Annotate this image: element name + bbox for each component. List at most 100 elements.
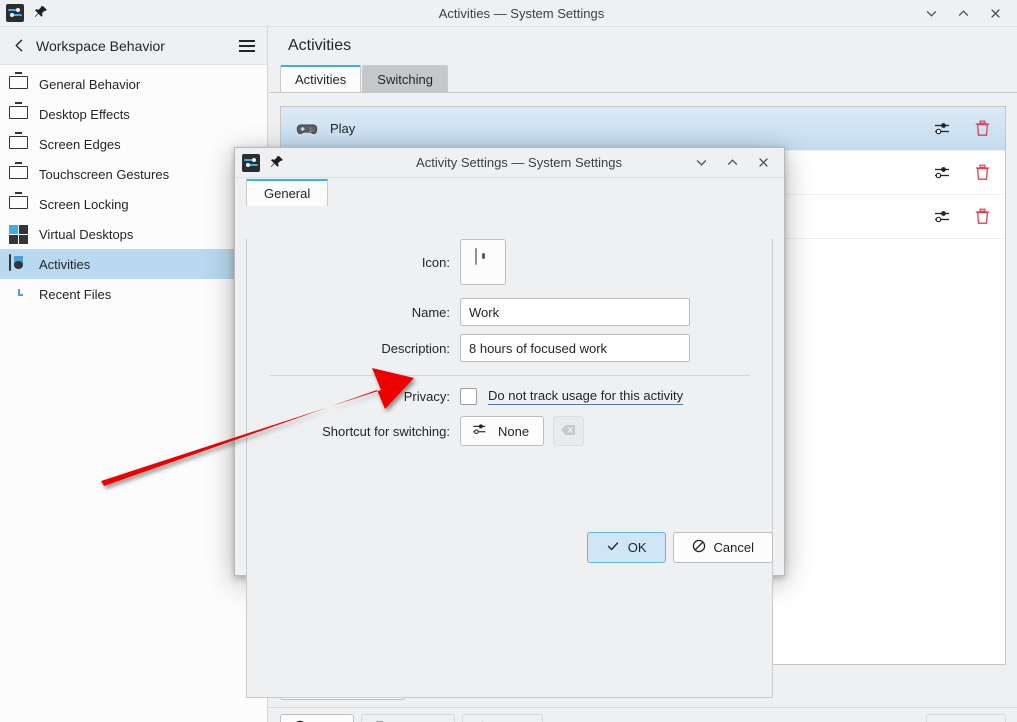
settings-sliders-icon <box>242 153 260 172</box>
row-action-buttons <box>931 206 993 228</box>
sidebar-item-label: General Behavior <box>39 76 141 92</box>
sidebar-title: Workspace Behavior <box>36 37 165 54</box>
close-icon[interactable] <box>755 155 771 171</box>
shortcut-value: None <box>498 423 530 439</box>
shortcut-field-row: Shortcut for switching: None <box>247 416 772 446</box>
footer-toolbar: Help Defaults <box>269 707 1017 722</box>
sidebar-item-label: Screen Edges <box>39 136 121 152</box>
settings-sliders-icon <box>6 4 24 22</box>
activity-name: Play <box>330 121 356 136</box>
sidebar-item-general-behavior[interactable]: General Behavior <box>0 69 267 99</box>
sidebar-item-screen-edges[interactable]: Screen Edges <box>0 129 267 159</box>
tab-switching[interactable]: Switching <box>362 65 448 92</box>
chevron-up-icon[interactable] <box>724 155 740 171</box>
sliders-configure-icon[interactable] <box>931 206 953 228</box>
titlebar-window-controls <box>923 5 1017 21</box>
tab-label: General <box>264 186 311 201</box>
activity-settings-dialog: Activity Settings — System Settings Gene… <box>234 147 785 698</box>
sidebar-item-label: Desktop Effects <box>39 106 130 122</box>
sidebar-item-label: Touchscreen Gestures <box>39 166 170 182</box>
sidebar-item-list: General Behavior Desktop Effects Screen … <box>0 65 267 309</box>
main-tabbar: Activities Switching <box>269 65 1017 93</box>
activity-icon-button[interactable] <box>460 239 506 285</box>
application-window: Activities — System Settings Workspace B… <box>0 0 1017 722</box>
tab-activities[interactable]: Activities <box>280 65 362 92</box>
virtual-desktops-icon <box>9 224 28 244</box>
pin-icon[interactable] <box>34 5 48 21</box>
dialog-window-controls <box>693 155 784 171</box>
backspace-clear-icon <box>560 423 577 440</box>
recent-files-clock-icon <box>9 285 28 304</box>
icon-field-row: Icon: <box>247 239 772 285</box>
titlebar-left-icons <box>0 4 120 22</box>
ok-button[interactable]: OK <box>586 532 666 563</box>
trash-delete-icon[interactable] <box>971 162 993 184</box>
screen-edges-icon <box>9 131 28 154</box>
general-behavior-icon <box>9 71 28 94</box>
privacy-checkbox[interactable] <box>460 388 477 405</box>
reset-button[interactable]: Reset <box>462 713 544 722</box>
gamepad-icon <box>295 117 319 141</box>
row-action-buttons <box>931 118 993 140</box>
description-input[interactable] <box>460 334 690 362</box>
pin-icon[interactable] <box>270 155 284 171</box>
footer-left-buttons: Help Defaults <box>280 713 544 722</box>
sliders-configure-icon[interactable] <box>931 162 953 184</box>
sliders-configure-icon <box>471 421 488 441</box>
touchscreen-gestures-icon <box>9 161 28 184</box>
sidebar-item-recent-files[interactable]: Recent Files <box>0 279 267 309</box>
chevron-up-icon[interactable] <box>955 5 971 21</box>
sliders-configure-icon[interactable] <box>931 118 953 140</box>
chevron-down-icon[interactable] <box>923 5 939 21</box>
footer-right-buttons: Apply <box>926 713 1006 722</box>
clear-shortcut-button[interactable] <box>553 416 585 446</box>
dialog-titlebar-left <box>235 153 345 172</box>
sidebar-item-screen-locking[interactable]: Screen Locking <box>0 189 267 219</box>
description-field-row: Description: <box>247 334 772 362</box>
sidebar-item-desktop-effects[interactable]: Desktop Effects <box>0 99 267 129</box>
apply-button[interactable]: Apply <box>926 713 1006 722</box>
cancel-button[interactable]: Cancel <box>672 532 773 563</box>
dialog-title: Activity Settings — System Settings <box>416 155 622 170</box>
privacy-field-row: Privacy: Do not track usage for this act… <box>247 388 772 405</box>
dialog-tabbar: General <box>235 178 784 206</box>
row-action-buttons <box>931 162 993 184</box>
help-button[interactable]: Help <box>280 713 354 722</box>
page-title: Activities <box>288 37 352 54</box>
ok-label: OK <box>627 540 647 555</box>
name-input[interactable] <box>460 298 690 326</box>
form-divider <box>269 375 750 376</box>
shortcut-button[interactable]: None <box>460 416 545 446</box>
sidebar-item-touchscreen-gestures[interactable]: Touchscreen Gestures <box>0 159 267 189</box>
sidebar-item-label: Activities <box>39 256 91 272</box>
dialog-titlebar: Activity Settings — System Settings <box>235 148 784 178</box>
close-icon[interactable] <box>987 5 1003 21</box>
name-field-row: Name: <box>247 298 772 326</box>
table-row[interactable]: Play <box>281 107 1005 151</box>
chevron-down-icon[interactable] <box>693 155 709 171</box>
sidebar-item-activities[interactable]: Activities <box>0 249 267 279</box>
trash-delete-icon[interactable] <box>971 118 993 140</box>
activities-icon <box>9 253 28 274</box>
main-window-titlebar: Activities — System Settings <box>0 0 1017 27</box>
cancel-circle-icon <box>692 539 706 556</box>
mouse-icon <box>474 247 492 276</box>
sidebar: Workspace Behavior General Behavior Desk… <box>0 27 268 722</box>
cancel-label: Cancel <box>713 540 754 555</box>
icon-field-label: Icon: <box>421 254 450 270</box>
sidebar-item-virtual-desktops[interactable]: Virtual Desktops <box>0 219 267 249</box>
tab-label: Switching <box>377 71 433 87</box>
sidebar-header: Workspace Behavior <box>0 27 267 65</box>
main-window-title: Activities — System Settings <box>438 5 605 21</box>
back-chevron-icon[interactable] <box>8 35 30 57</box>
description-field-label: Description: <box>381 340 450 356</box>
tab-general[interactable]: General <box>246 179 329 206</box>
defaults-button[interactable]: Defaults <box>360 713 456 722</box>
hamburger-menu-icon[interactable] <box>235 35 259 57</box>
sidebar-item-label: Recent Files <box>39 286 112 302</box>
privacy-checkbox-label[interactable]: Do not track usage for this activity <box>488 388 684 405</box>
trash-delete-icon[interactable] <box>971 206 993 228</box>
sidebar-item-label: Screen Locking <box>39 196 129 212</box>
privacy-field-label: Privacy: <box>403 389 450 404</box>
dialog-button-bar: OK Cancel <box>586 532 773 563</box>
